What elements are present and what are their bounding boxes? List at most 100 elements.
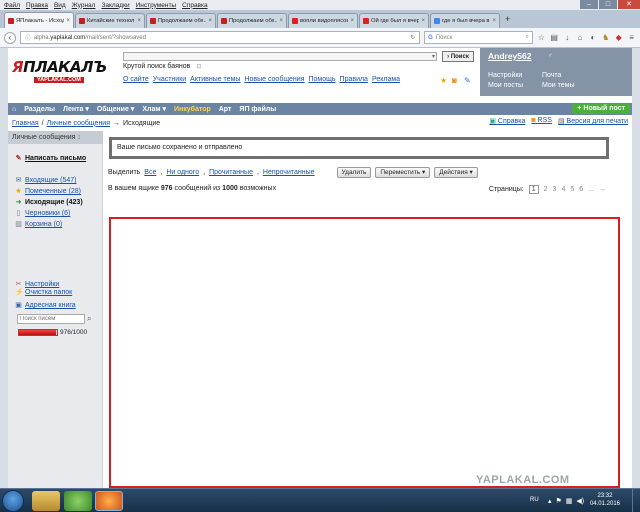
nav-sections[interactable]: Разделы xyxy=(24,106,55,113)
print-version-link[interactable]: ▤ Версия для печати xyxy=(558,117,628,125)
sidebar-folder[interactable]: ➜ Исходящие (423) xyxy=(15,199,83,206)
write-letter-link[interactable]: ✎ Написать письмо xyxy=(15,155,87,162)
site-search-button[interactable]: › Поиск xyxy=(442,51,474,62)
nav-feed[interactable]: Лента ▾ xyxy=(63,105,89,113)
select-read-link[interactable]: Прочитанные xyxy=(209,169,253,176)
clean-folders-link[interactable]: ⚡ Очистка папок xyxy=(15,289,72,296)
language-indicator[interactable]: RU xyxy=(530,497,539,503)
nav-talk[interactable]: Общение ▾ xyxy=(97,105,134,113)
top-link[interactable]: Реклама xyxy=(372,76,400,83)
menu-item[interactable]: Правка xyxy=(26,2,48,9)
browser-tab[interactable]: Ой где был я вчер... × xyxy=(359,13,429,28)
select-all-link[interactable]: Все xyxy=(144,169,156,176)
page-link[interactable]: 6 xyxy=(579,186,583,193)
close-tab-icon[interactable]: × xyxy=(279,18,283,24)
breadcrumb-messages[interactable]: Личные сообщения xyxy=(47,120,110,127)
close-tab-icon[interactable]: × xyxy=(350,18,354,24)
search-icon[interactable]: ⌕ xyxy=(87,314,91,324)
page-link[interactable]: → xyxy=(599,186,606,193)
browser-tab[interactable]: Продолжаем обх... × xyxy=(146,13,216,28)
browser-tab[interactable]: Китайские технол... × xyxy=(75,13,145,28)
browser-tab[interactable]: где я был вчера в... × xyxy=(430,13,500,28)
sidebar-folder[interactable]: ▥ Корзина (0) xyxy=(15,221,62,228)
addon-icon[interactable]: ♞ xyxy=(601,33,610,42)
mail-link[interactable]: Почта xyxy=(542,72,561,79)
menu-item[interactable]: Справка xyxy=(182,2,208,9)
new-post-button[interactable]: + Новый пост xyxy=(572,104,630,114)
close-tab-icon[interactable]: × xyxy=(66,18,70,24)
address-book-link[interactable]: ▣ Адресная книга xyxy=(15,302,75,309)
nav-incubator[interactable]: Инкубатор xyxy=(174,106,211,113)
page-link[interactable]: 1 xyxy=(528,185,539,194)
breadcrumb-home[interactable]: Главная xyxy=(12,120,39,127)
help-link[interactable]: ▣ Справка xyxy=(489,117,525,125)
close-tab-icon[interactable]: × xyxy=(208,18,212,24)
sidebar-settings-link[interactable]: ✂ Настройки xyxy=(15,281,60,288)
menu-item[interactable]: Инструменты xyxy=(136,2,177,9)
menu-item[interactable]: Файл xyxy=(4,2,20,9)
select-unread-link[interactable]: Непрочитанные xyxy=(263,169,315,176)
bookmark-star-icon[interactable]: ☆ xyxy=(537,33,546,42)
top-link[interactable]: Правила xyxy=(340,76,368,83)
explorer-icon[interactable] xyxy=(32,491,60,511)
page-link[interactable]: 2 xyxy=(544,186,548,193)
nav-art[interactable]: Арт xyxy=(219,106,232,113)
reload-icon[interactable]: ↻ xyxy=(410,34,415,41)
sidebar-folder[interactable]: ★ Помеченные (28) xyxy=(15,188,81,195)
top-link[interactable]: Новые сообщения xyxy=(244,76,304,83)
page-link[interactable]: 3 xyxy=(553,186,557,193)
page-link[interactable]: 5 xyxy=(570,186,574,193)
firefox-icon[interactable] xyxy=(95,491,123,511)
nav-junk[interactable]: Хлам ▾ xyxy=(142,105,166,113)
start-button[interactable] xyxy=(2,490,24,512)
star-icon[interactable]: ★ xyxy=(440,76,447,85)
close-tab-icon[interactable]: × xyxy=(421,18,425,24)
url-bar[interactable]: ⓘ alpha.yaplakal.com/mail/sent/?showsave… xyxy=(19,31,421,44)
top-link[interactable]: Помощь xyxy=(308,76,335,83)
torrent-icon[interactable] xyxy=(64,491,92,511)
sidebar-folder[interactable]: ▯ Черновики (6) xyxy=(15,210,71,217)
menu-item[interactable]: Журнал xyxy=(72,2,96,9)
rss-icon[interactable]: ◙ xyxy=(452,76,457,85)
tray-flag-icon[interactable]: ⚑ xyxy=(556,497,562,505)
tray-arrow-icon[interactable]: ▴ xyxy=(548,497,552,505)
nav-files[interactable]: ЯП файлы xyxy=(239,106,276,113)
menu-item[interactable]: Вид xyxy=(54,2,66,9)
attach-icon[interactable]: ✎ xyxy=(464,76,471,85)
browser-tab[interactable]: вопли видоплясов...× xyxy=(288,13,358,28)
home-icon[interactable]: ⌂ xyxy=(576,33,585,42)
bookmarks-icon[interactable]: ▤ xyxy=(550,33,559,42)
select-none-link[interactable]: Ни одного xyxy=(166,169,199,176)
mail-search-input[interactable] xyxy=(17,314,85,324)
shield-icon[interactable]: ◆ xyxy=(614,33,623,42)
home-nav-icon[interactable]: ⌂ xyxy=(12,106,16,113)
hamburger-menu-icon[interactable]: ≡ xyxy=(627,33,636,42)
actions-button[interactable]: Действия ▾ xyxy=(434,167,478,178)
maximize-icon[interactable]: □ xyxy=(599,0,617,9)
show-desktop-button[interactable] xyxy=(632,489,640,512)
close-tab-icon[interactable]: × xyxy=(492,18,496,24)
back-icon[interactable]: ‹ xyxy=(4,31,16,44)
network-icon[interactable]: ▦ xyxy=(566,497,573,505)
browser-tab[interactable]: ЯПлакалъ - Исход...× xyxy=(4,12,74,28)
menu-item[interactable]: Закладки xyxy=(101,2,129,9)
page-link[interactable]: 4 xyxy=(561,186,565,193)
move-button[interactable]: Переместить ▾ xyxy=(375,167,431,178)
volume-icon[interactable]: ◀) xyxy=(576,497,584,505)
browser-search-input[interactable]: G Поиск ⌕ xyxy=(424,31,533,44)
site-info-icon[interactable]: ⓘ xyxy=(25,33,31,42)
download-icon[interactable]: ↓ xyxy=(563,33,572,42)
search-icon[interactable]: ⌕ xyxy=(525,34,528,41)
top-link[interactable]: Участники xyxy=(153,76,186,83)
username-link[interactable]: Andrey562 xyxy=(488,51,531,61)
browser-tab[interactable]: Продолжаем обх... × xyxy=(217,13,287,28)
page-link[interactable]: ... xyxy=(588,186,594,193)
settings-link[interactable]: Настройки xyxy=(488,72,522,79)
top-link[interactable]: О сайте xyxy=(123,76,149,83)
minimize-icon[interactable]: – xyxy=(580,0,598,9)
new-tab-icon[interactable]: + xyxy=(501,14,514,24)
delete-button[interactable]: Удалить xyxy=(336,167,372,178)
pocket-icon[interactable]: ◐ xyxy=(588,33,597,42)
promo-text[interactable]: Крутой поиск баянов ⊡ xyxy=(123,63,201,70)
site-search-input[interactable] xyxy=(123,52,437,61)
